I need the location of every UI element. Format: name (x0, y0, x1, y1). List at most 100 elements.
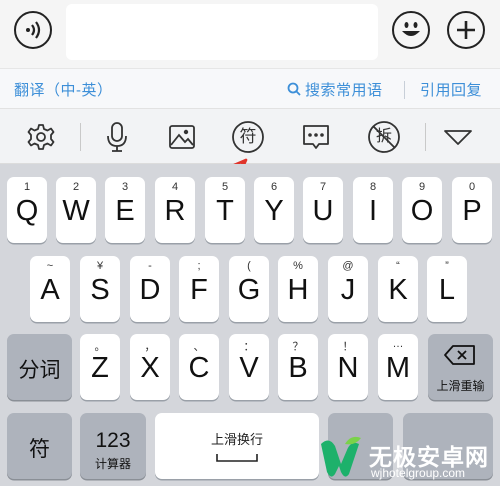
gear-icon (27, 124, 55, 150)
key-letter: E (115, 195, 135, 227)
microphone-icon (107, 122, 127, 152)
plus-button[interactable] (447, 11, 485, 49)
key-h[interactable]: % H (278, 256, 318, 322)
key-letter: N (337, 352, 359, 384)
key-letter: W (62, 195, 90, 227)
key-t[interactable]: 5T (205, 177, 245, 243)
key-w[interactable]: 2W (56, 177, 96, 243)
key-d[interactable]: -D (130, 256, 170, 322)
key-sub: 2 (72, 181, 80, 193)
delete-hint: 上滑重输 (436, 379, 485, 393)
collapse-keyboard-button[interactable] (440, 119, 476, 155)
key-sub: ~ (46, 260, 54, 272)
delete-key[interactable]: 上滑重输 (428, 334, 493, 400)
key-sub: ” (445, 260, 449, 272)
toolbar-divider (425, 123, 426, 151)
key-sub: 0 (468, 181, 476, 193)
backspace-icon (444, 345, 475, 365)
key-sub: - (148, 260, 152, 272)
key-letter: X (140, 352, 160, 384)
key-l[interactable]: ” L (427, 256, 467, 322)
more-chat-button[interactable] (298, 119, 334, 155)
key-m[interactable]: … M (378, 334, 418, 400)
key-sub: 4 (171, 181, 179, 193)
key-k[interactable]: “K (378, 256, 418, 322)
message-input[interactable] (66, 4, 378, 60)
key-letter: O (410, 195, 434, 227)
symbol-key-label: 符 (29, 438, 50, 461)
key-sub: % (293, 260, 303, 272)
number-key-label: 123 (95, 429, 131, 452)
search-phrases-link[interactable]: 搜索常用语 (287, 79, 383, 100)
key-sub: 5 (221, 181, 229, 193)
key-sub: ( (247, 260, 251, 272)
key-x[interactable]: ， X (130, 334, 170, 400)
key-sub: 8 (369, 181, 377, 193)
split-toggle-button[interactable]: 拆 (366, 119, 402, 155)
keyboard-toolbar: 符 拆 (0, 108, 500, 164)
key-e[interactable]: 3E (105, 177, 145, 243)
image-button[interactable] (164, 119, 200, 155)
key-letter: H (287, 274, 309, 306)
key-r[interactable]: 4R (155, 177, 195, 243)
emoji-button[interactable] (392, 11, 430, 49)
key-z[interactable]: 。 Z (80, 334, 120, 400)
split-glyph: 拆 (375, 128, 392, 145)
key-letter: U (312, 195, 334, 227)
key-j[interactable]: @ J (328, 256, 368, 322)
key-o[interactable]: 9O (402, 177, 442, 243)
key-letter: Y (264, 195, 284, 227)
key-sub: ; (197, 260, 201, 272)
key-n[interactable]: ！ N (328, 334, 368, 400)
key-letter: Z (91, 352, 109, 384)
key-letter: T (216, 195, 234, 227)
space-key[interactable]: 上滑换行 (155, 413, 319, 479)
key-letter: J (340, 274, 356, 306)
ellipsis-chat-icon (303, 125, 329, 149)
key-sub: @ (342, 260, 354, 272)
collapse-triangle-icon (444, 130, 472, 145)
voice-button[interactable] (14, 11, 52, 49)
key-g[interactable]: (G (229, 256, 269, 322)
segment-key[interactable]: 分词 (7, 334, 72, 400)
number-key[interactable]: 123 计算器 (80, 413, 146, 479)
symbol-button[interactable]: 符 (230, 119, 266, 155)
voice-input-button[interactable] (99, 119, 135, 155)
key-sub: … (392, 338, 404, 350)
key-letter: C (188, 352, 210, 384)
key-c[interactable]: 、 C (179, 334, 219, 400)
quote-reply-link[interactable]: 引用回复 (420, 79, 482, 100)
key-letter: L (438, 274, 456, 306)
key-b[interactable]: ？ B (278, 334, 318, 400)
key-s[interactable]: ¥ S (80, 256, 120, 322)
key-a[interactable]: ~ A (30, 256, 70, 322)
key-f[interactable]: ; F (179, 256, 219, 322)
w-leaf-logo (321, 436, 361, 477)
key-i[interactable]: 8I (353, 177, 393, 243)
watermark-url: wjhotelgroup.com (371, 466, 466, 480)
voice-wave-icon (26, 21, 41, 39)
toolbar-divider (80, 123, 81, 151)
key-q[interactable]: 1Q (7, 177, 47, 243)
key-p[interactable]: 0P (452, 177, 492, 243)
space-hint: 上滑换行 (210, 432, 263, 447)
key-u[interactable]: 7U (303, 177, 343, 243)
key-letter: G (237, 274, 261, 306)
key-y[interactable]: 6Y (254, 177, 294, 243)
key-letter: Q (15, 195, 39, 227)
key-v[interactable]: ： V (229, 334, 269, 400)
image-icon (169, 125, 195, 149)
plus-icon (457, 21, 475, 39)
key-sub: 6 (270, 181, 278, 193)
key-letter: R (164, 195, 186, 227)
calculator-label: 计算器 (94, 457, 131, 471)
key-sub: “ (396, 260, 400, 272)
space-bar-icon (216, 454, 258, 462)
translate-link[interactable]: 翻译（中-英） (14, 79, 113, 100)
key-sub: 7 (319, 181, 327, 193)
settings-button[interactable] (23, 119, 59, 155)
symbol-glyph: 符 (239, 127, 257, 146)
segment-key-label: 分词 (18, 359, 61, 382)
symbol-key[interactable]: 符 (7, 413, 72, 479)
key-letter: K (388, 274, 408, 306)
